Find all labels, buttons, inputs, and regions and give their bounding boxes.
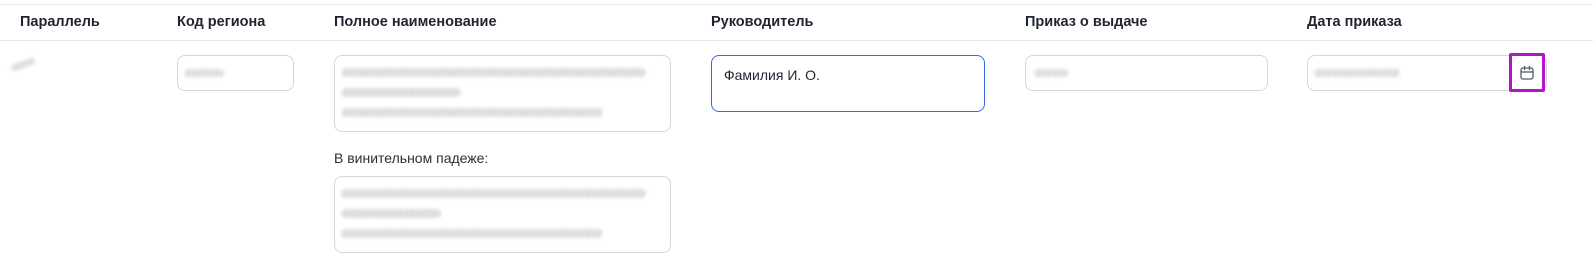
head-name-textarea[interactable]: Фамилия И. О. bbox=[711, 55, 985, 112]
full-name-line-3-redacted bbox=[341, 108, 603, 117]
region-code-value-redacted bbox=[184, 69, 224, 77]
top-divider bbox=[0, 4, 1593, 5]
parallel-value-redacted bbox=[9, 56, 37, 73]
full-name-textarea[interactable] bbox=[334, 55, 671, 132]
accusative-line-1-redacted bbox=[341, 189, 646, 198]
issue-order-value-redacted bbox=[1034, 69, 1068, 77]
accusative-line-3-redacted bbox=[341, 229, 603, 238]
calendar-button[interactable] bbox=[1509, 53, 1545, 92]
header-issue-order: Приказ о выдаче bbox=[1025, 14, 1148, 30]
calendar-icon bbox=[1519, 65, 1535, 81]
header-parallel: Параллель bbox=[20, 14, 100, 30]
full-name-line-2-redacted bbox=[341, 88, 461, 97]
accusative-case-label: В винительном падеже: bbox=[334, 150, 489, 166]
order-date-value-redacted bbox=[1314, 69, 1400, 77]
accusative-line-2-redacted bbox=[341, 209, 441, 218]
header-full-name: Полное наименование bbox=[334, 14, 497, 30]
issue-order-field[interactable] bbox=[1025, 55, 1268, 91]
header-order-date: Дата приказа bbox=[1307, 14, 1402, 30]
header-divider bbox=[0, 40, 1593, 41]
full-name-line-1-redacted bbox=[341, 68, 646, 77]
region-code-field[interactable] bbox=[177, 55, 294, 91]
header-region-code: Код региона bbox=[177, 14, 266, 30]
head-name-value: Фамилия И. О. bbox=[724, 67, 820, 83]
header-head: Руководитель bbox=[711, 14, 814, 30]
full-name-accusative-textarea[interactable] bbox=[334, 176, 671, 253]
